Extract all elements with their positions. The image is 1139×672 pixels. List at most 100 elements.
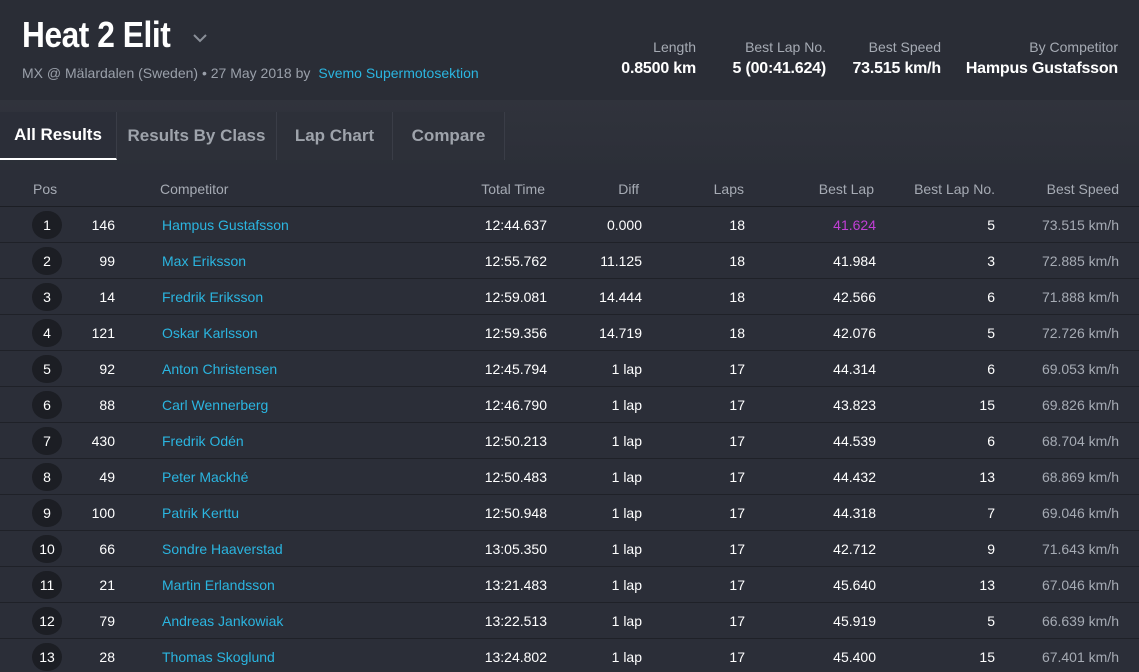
stat-label: Length bbox=[653, 39, 696, 55]
tab-compare[interactable]: Compare bbox=[393, 112, 505, 160]
competitor-link[interactable]: Andreas Jankowiak bbox=[162, 613, 283, 629]
best-lap-no-value: 6 bbox=[987, 433, 995, 449]
bike-number: 99 bbox=[99, 253, 115, 269]
best-speed-value: 66.639 km/h bbox=[1041, 613, 1119, 629]
col-total-time[interactable]: Total Time bbox=[481, 181, 545, 197]
col-laps[interactable]: Laps bbox=[714, 181, 744, 197]
total-time: 12:50.483 bbox=[484, 469, 547, 485]
table-row[interactable]: 5 92 Anton Christensen 12:45.794 1 lap 17 44.3… bbox=[0, 351, 1139, 387]
best-lap-no-value: 15 bbox=[979, 649, 995, 665]
table-row[interactable]: 12 79 Andreas Jankowiak 13:22.513 1 lap 17 45.… bbox=[0, 603, 1139, 639]
stat-value: 0.8500 km bbox=[621, 60, 696, 77]
diff-value: 1 lap bbox=[611, 505, 642, 521]
tab-all-results[interactable]: All Results bbox=[0, 112, 117, 160]
best-lap-value: 44.539 bbox=[833, 433, 876, 449]
best-lap-value: 41.984 bbox=[833, 253, 876, 269]
best-lap-no-value: 5 bbox=[987, 613, 995, 629]
position-badge: 6 bbox=[32, 391, 62, 419]
tab-lap-chart[interactable]: Lap Chart bbox=[277, 112, 393, 160]
table-row[interactable]: 10 66 Sondre Haaverstad 13:05.350 1 lap 17 42.… bbox=[0, 531, 1139, 567]
competitor-link[interactable]: Patrik Kerttu bbox=[162, 505, 239, 521]
best-lap-no-value: 5 bbox=[987, 217, 995, 233]
bike-number: 430 bbox=[91, 433, 115, 449]
competitor-link[interactable]: Carl Wennerberg bbox=[162, 397, 268, 413]
col-best-lap-no[interactable]: Best Lap No. bbox=[914, 181, 995, 197]
position-badge: 1 bbox=[32, 211, 62, 239]
table-row[interactable]: 8 49 Peter Mackhé 12:50.483 1 lap 17 44.432 13 6… bbox=[0, 459, 1139, 495]
tab-results-by-class[interactable]: Results By Class bbox=[117, 112, 277, 160]
organizer-link[interactable]: Svemo Supermotosektion bbox=[318, 65, 478, 81]
position-badge: 9 bbox=[32, 499, 62, 527]
chevron-down-icon[interactable] bbox=[192, 30, 208, 46]
table-row[interactable]: 6 88 Carl Wennerberg 12:46.790 1 lap 17 43.823… bbox=[0, 387, 1139, 423]
competitor-link[interactable]: Fredrik Odén bbox=[162, 433, 244, 449]
best-speed-value: 67.401 km/h bbox=[1041, 649, 1119, 665]
laps-value: 18 bbox=[729, 253, 745, 269]
total-time: 13:22.513 bbox=[484, 613, 547, 629]
title-area[interactable]: Heat 2 Elit bbox=[22, 14, 191, 56]
position-badge: 10 bbox=[32, 535, 62, 563]
competitor-link[interactable]: Thomas Skoglund bbox=[162, 649, 275, 665]
col-best-lap[interactable]: Best Lap bbox=[819, 181, 874, 197]
col-pos[interactable]: Pos bbox=[33, 181, 57, 197]
stat-value: 73.515 km/h bbox=[852, 60, 941, 77]
col-best-speed[interactable]: Best Speed bbox=[1047, 181, 1119, 197]
best-lap-value: 43.823 bbox=[833, 397, 876, 413]
total-time: 12:59.356 bbox=[484, 325, 547, 341]
total-time: 12:59.081 bbox=[484, 289, 547, 305]
total-time: 13:05.350 bbox=[484, 541, 547, 557]
competitor-link[interactable]: Anton Christensen bbox=[162, 361, 277, 377]
laps-value: 18 bbox=[729, 289, 745, 305]
stat-label: Best Lap No. bbox=[745, 39, 826, 55]
position-badge: 3 bbox=[32, 283, 62, 311]
laps-value: 17 bbox=[729, 469, 745, 485]
table-header: Pos Competitor Total Time Diff Laps Best… bbox=[0, 170, 1139, 207]
best-lap-value: 45.400 bbox=[833, 649, 876, 665]
col-diff[interactable]: Diff bbox=[618, 181, 639, 197]
competitor-link[interactable]: Hampus Gustafsson bbox=[162, 217, 289, 233]
page-title[interactable]: Heat 2 Elit bbox=[22, 14, 171, 56]
best-speed-value: 71.888 km/h bbox=[1041, 289, 1119, 305]
table-row[interactable]: 13 28 Thomas Skoglund 13:24.802 1 lap 17 45.40… bbox=[0, 639, 1139, 672]
table-row[interactable]: 3 14 Fredrik Eriksson 12:59.081 14.444 18 42.5… bbox=[0, 279, 1139, 315]
diff-value: 1 lap bbox=[611, 433, 642, 449]
table-row[interactable]: 1 146 Hampus Gustafsson 12:44.637 0.000 18 41.… bbox=[0, 207, 1139, 243]
total-time: 12:45.794 bbox=[484, 361, 547, 377]
diff-value: 14.719 bbox=[599, 325, 642, 341]
competitor-link[interactable]: Martin Erlandsson bbox=[162, 577, 275, 593]
diff-value: 1 lap bbox=[611, 541, 642, 557]
best-speed-value: 68.869 km/h bbox=[1041, 469, 1119, 485]
best-lap-value: 45.919 bbox=[833, 613, 876, 629]
competitor-link[interactable]: Fredrik Eriksson bbox=[162, 289, 263, 305]
diff-value: 0.000 bbox=[606, 217, 642, 233]
table-row[interactable]: 7 430 Fredrik Odén 12:50.213 1 lap 17 44.539 6 6… bbox=[0, 423, 1139, 459]
table-row[interactable]: 4 121 Oskar Karlsson 12:59.356 14.719 18 42.07… bbox=[0, 315, 1139, 351]
best-speed-value: 68.704 km/h bbox=[1041, 433, 1119, 449]
col-competitor[interactable]: Competitor bbox=[160, 181, 228, 197]
best-speed-value: 69.826 km/h bbox=[1041, 397, 1119, 413]
competitor-link[interactable]: Oskar Karlsson bbox=[162, 325, 258, 341]
stat-by-competitor: By Competitor Hampus Gustafsson bbox=[966, 39, 1118, 78]
competitor-link[interactable]: Peter Mackhé bbox=[162, 469, 248, 485]
table-row[interactable]: 11 21 Martin Erlandsson 13:21.483 1 lap 17 45.… bbox=[0, 567, 1139, 603]
best-lap-no-value: 5 bbox=[987, 325, 995, 341]
best-lap-value: 42.566 bbox=[833, 289, 876, 305]
position-badge: 7 bbox=[32, 427, 62, 455]
bike-number: 100 bbox=[91, 505, 115, 521]
competitor-link[interactable]: Sondre Haaverstad bbox=[162, 541, 283, 557]
total-time: 12:46.790 bbox=[484, 397, 547, 413]
best-speed-value: 69.053 km/h bbox=[1041, 361, 1119, 377]
best-lap-no-value: 15 bbox=[979, 397, 995, 413]
competitor-link[interactable]: Max Eriksson bbox=[162, 253, 246, 269]
best-speed-value: 73.515 km/h bbox=[1041, 217, 1119, 233]
table-row[interactable]: 9 100 Patrik Kerttu 12:50.948 1 lap 17 44.318 7… bbox=[0, 495, 1139, 531]
diff-value: 1 lap bbox=[611, 613, 642, 629]
best-lap-no-value: 9 bbox=[987, 541, 995, 557]
best-speed-value: 72.885 km/h bbox=[1041, 253, 1119, 269]
best-lap-no-value: 13 bbox=[979, 469, 995, 485]
bike-number: 146 bbox=[91, 217, 115, 233]
stat-length: Length 0.8500 km bbox=[621, 39, 696, 78]
total-time: 12:44.637 bbox=[484, 217, 547, 233]
table-row[interactable]: 2 99 Max Eriksson 12:55.762 11.125 18 41.984 3 7… bbox=[0, 243, 1139, 279]
best-speed-value: 69.046 km/h bbox=[1041, 505, 1119, 521]
